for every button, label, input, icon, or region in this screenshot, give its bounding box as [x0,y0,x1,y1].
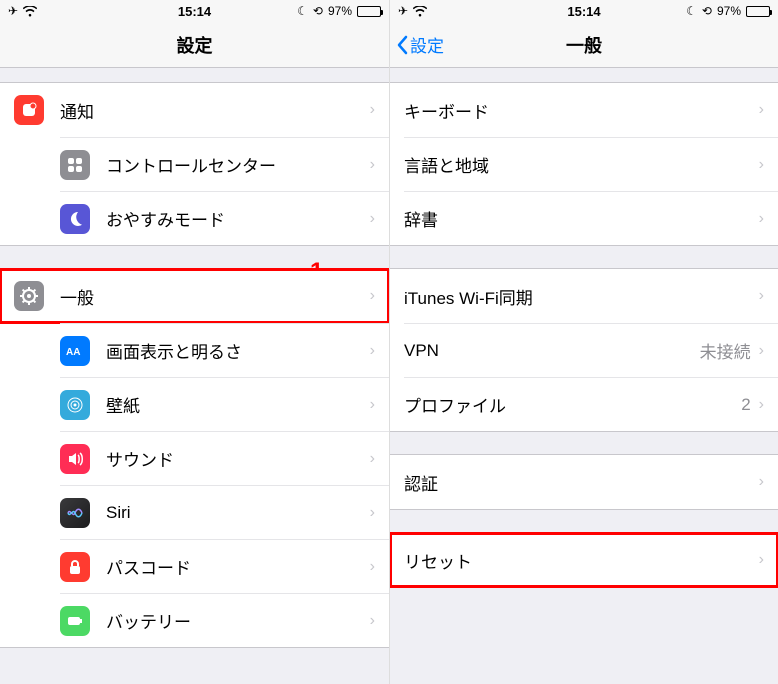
row-profile[interactable]: プロファイル 2 › [404,377,778,431]
row-general[interactable]: 一般 › [0,269,389,323]
chevron-right-icon: › [759,342,764,360]
row-reset[interactable]: リセット › [390,533,778,587]
chevron-right-icon: › [370,504,375,522]
row-language-region[interactable]: 言語と地域 › [404,137,778,191]
status-bar: ✈ 15:14 ☾ ⟲ 97% [0,0,389,22]
row-label: 認証 [404,470,759,495]
row-label: VPN [404,341,700,361]
chevron-right-icon: › [759,156,764,174]
settings-root-screen: ✈ 15:14 ☾ ⟲ 97% 設定 通知 › コントロールセンター › おやす… [0,0,389,684]
row-label: 言語と地域 [404,152,759,177]
row-label: バッテリー [106,608,370,633]
status-bar: ✈ 15:14 ☾ ⟲ 97% [390,0,778,22]
nav-bar: 設定 一般 [390,22,778,68]
battery-icon [746,6,770,17]
battery-icon [357,6,381,17]
row-label: 通知 [60,98,370,123]
display-icon: AA [60,336,90,366]
row-vpn[interactable]: VPN 未接続 › [404,323,778,377]
row-passcode[interactable]: パスコード › [60,539,389,593]
chevron-right-icon: › [370,210,375,228]
row-control-center[interactable]: コントロールセンター › [60,137,389,191]
chevron-right-icon: › [370,612,375,630]
back-button[interactable]: 設定 [396,32,444,57]
svg-text:AA: AA [66,347,80,358]
siri-icon [60,498,90,528]
row-dnd[interactable]: おやすみモード › [60,191,389,245]
notifications-icon [14,95,44,125]
wallpaper-icon [60,390,90,420]
chevron-right-icon: › [759,473,764,491]
status-time: 15:14 [0,4,389,19]
row-label: サウンド [106,446,370,471]
row-label: コントロールセンター [106,152,370,177]
row-dictionary[interactable]: 辞書 › [404,191,778,245]
row-battery[interactable]: バッテリー › [60,593,389,647]
row-label: Siri [106,503,370,523]
row-label: 画面表示と明るさ [106,338,370,363]
chevron-right-icon: › [370,396,375,414]
row-keyboard[interactable]: キーボード › [390,83,778,137]
row-value: 2 [741,395,750,415]
row-label: パスコード [106,554,370,579]
row-sound[interactable]: サウンド › [60,431,389,485]
chevron-right-icon: › [370,287,375,305]
moon-dnd-icon [60,204,90,234]
general-screen: ✈ 15:14 ☾ ⟲ 97% 設定 一般 キーボード › 言語と地域 › 辞書… [389,0,778,684]
nav-bar: 設定 [0,22,389,68]
chevron-right-icon: › [370,101,375,119]
row-itunes-wifi-sync[interactable]: iTunes Wi-Fi同期 › [390,269,778,323]
sound-icon [60,444,90,474]
chevron-right-icon: › [370,450,375,468]
chevron-right-icon: › [370,558,375,576]
row-label: 辞書 [404,206,759,231]
control-center-icon [60,150,90,180]
chevron-right-icon: › [759,551,764,569]
row-label: 一般 [60,284,370,309]
chevron-right-icon: › [759,396,764,414]
chevron-right-icon: › [759,210,764,228]
lock-icon [60,552,90,582]
chevron-right-icon: › [370,156,375,174]
row-display-brightness[interactable]: AA 画面表示と明るさ › [60,323,389,377]
chevron-right-icon: › [759,101,764,119]
row-label: プロファイル [404,392,741,417]
chevron-left-icon [396,35,408,55]
row-siri[interactable]: Siri › [60,485,389,539]
chevron-right-icon: › [759,287,764,305]
nav-title: 一般 [566,32,602,58]
row-notifications[interactable]: 通知 › [0,83,389,137]
row-auth[interactable]: 認証 › [390,455,778,509]
gear-icon [14,281,44,311]
chevron-right-icon: › [370,342,375,360]
row-label: キーボード [404,98,759,123]
row-label: リセット [404,548,759,573]
battery-settings-icon [60,606,90,636]
status-time: 15:14 [390,4,778,19]
row-label: 壁紙 [106,392,370,417]
row-label: iTunes Wi-Fi同期 [404,284,759,309]
row-value: 未接続 [700,338,751,363]
row-label: おやすみモード [106,206,370,231]
nav-title: 設定 [177,32,213,58]
back-label: 設定 [410,32,444,57]
row-wallpaper[interactable]: 壁紙 › [60,377,389,431]
